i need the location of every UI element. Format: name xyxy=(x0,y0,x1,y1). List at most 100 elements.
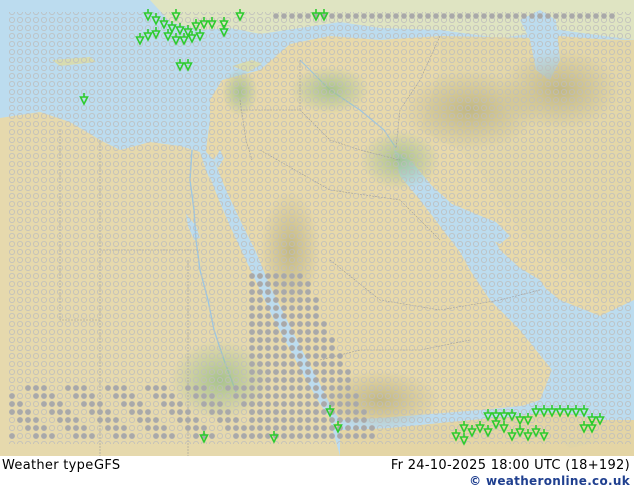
drizzle-dot xyxy=(289,321,295,327)
drizzle-dot xyxy=(185,417,191,423)
drizzle-dot xyxy=(585,13,591,19)
drizzle-dot xyxy=(297,409,303,415)
drizzle-dot xyxy=(281,329,287,335)
drizzle-dot xyxy=(33,385,39,391)
drizzle-dot xyxy=(297,393,303,399)
drizzle-dot xyxy=(193,425,199,431)
drizzle-dot xyxy=(289,377,295,383)
drizzle-dot xyxy=(297,425,303,431)
drizzle-dot xyxy=(353,409,359,415)
drizzle-dot xyxy=(17,417,23,423)
drizzle-dot xyxy=(73,433,79,439)
drizzle-dot xyxy=(161,433,167,439)
drizzle-dot xyxy=(257,369,263,375)
drizzle-dot xyxy=(305,329,311,335)
drizzle-dot xyxy=(265,305,271,311)
drizzle-dot xyxy=(89,393,95,399)
drizzle-dot xyxy=(113,385,119,391)
drizzle-dot xyxy=(273,345,279,351)
drizzle-dot xyxy=(353,425,359,431)
drizzle-dot xyxy=(305,433,311,439)
drizzle-dot xyxy=(473,13,479,19)
drizzle-dot xyxy=(289,13,295,19)
drizzle-dot xyxy=(305,425,311,431)
drizzle-dot xyxy=(273,313,279,319)
drizzle-dot xyxy=(329,417,335,423)
drizzle-dot xyxy=(553,13,559,19)
drizzle-dot xyxy=(257,297,263,303)
drizzle-dot xyxy=(257,353,263,359)
drizzle-dot xyxy=(273,417,279,423)
drizzle-dot xyxy=(305,345,311,351)
drizzle-dot xyxy=(289,281,295,287)
drizzle-dot xyxy=(297,273,303,279)
drizzle-dot xyxy=(281,345,287,351)
drizzle-dot xyxy=(121,393,127,399)
drizzle-dot xyxy=(345,393,351,399)
drizzle-dot xyxy=(281,297,287,303)
drizzle-dot xyxy=(297,289,303,295)
drizzle-dot xyxy=(257,409,263,415)
drizzle-dot xyxy=(289,385,295,391)
drizzle-dot xyxy=(281,273,287,279)
drizzle-dot xyxy=(233,433,239,439)
drizzle-dot xyxy=(449,13,455,19)
drizzle-dot xyxy=(169,393,175,399)
drizzle-dot xyxy=(281,13,287,19)
drizzle-dot xyxy=(257,345,263,351)
drizzle-dot xyxy=(185,425,191,431)
drizzle-dot xyxy=(129,393,135,399)
drizzle-dot xyxy=(425,13,431,19)
drizzle-dot xyxy=(305,369,311,375)
drizzle-dot xyxy=(281,361,287,367)
drizzle-dot xyxy=(321,377,327,383)
drizzle-dot xyxy=(441,13,447,19)
drizzle-dot xyxy=(265,337,271,343)
drizzle-dot xyxy=(273,353,279,359)
drizzle-dot xyxy=(361,13,367,19)
drizzle-dot xyxy=(345,401,351,407)
drizzle-dot xyxy=(65,409,71,415)
drizzle-dot xyxy=(329,353,335,359)
drizzle-dot xyxy=(161,401,167,407)
drizzle-dot xyxy=(369,13,375,19)
drizzle-dot xyxy=(257,361,263,367)
drizzle-dot xyxy=(249,409,255,415)
drizzle-dot xyxy=(321,433,327,439)
drizzle-dot xyxy=(305,297,311,303)
drizzle-dot xyxy=(289,345,295,351)
valid-time-label: Fr 24-10-2025 18:00 UTC (18+192) xyxy=(390,458,630,473)
drizzle-dot xyxy=(257,433,263,439)
credit-link[interactable]: © weatheronline.co.uk xyxy=(469,474,630,488)
drizzle-dot xyxy=(265,289,271,295)
drizzle-dot xyxy=(353,433,359,439)
drizzle-dot xyxy=(249,281,255,287)
drizzle-dot xyxy=(273,377,279,383)
drizzle-dot xyxy=(345,369,351,375)
drizzle-dot xyxy=(265,417,271,423)
drizzle-dot xyxy=(289,369,295,375)
drizzle-dot xyxy=(345,409,351,415)
drizzle-dot xyxy=(137,417,143,423)
drizzle-dot xyxy=(313,305,319,311)
drizzle-dot xyxy=(289,417,295,423)
drizzle-dot xyxy=(337,409,343,415)
drizzle-dot xyxy=(113,425,119,431)
drizzle-dot xyxy=(249,329,255,335)
drizzle-dot xyxy=(529,13,535,19)
drizzle-dot xyxy=(337,401,343,407)
drizzle-dot xyxy=(257,425,263,431)
drizzle-dot xyxy=(265,409,271,415)
drizzle-dot xyxy=(193,417,199,423)
drizzle-dot xyxy=(265,401,271,407)
drizzle-dot xyxy=(345,417,351,423)
drizzle-dot xyxy=(345,377,351,383)
drizzle-dot xyxy=(289,329,295,335)
drizzle-dot xyxy=(289,425,295,431)
drizzle-dot xyxy=(281,321,287,327)
drizzle-dot xyxy=(273,321,279,327)
drizzle-dot xyxy=(297,433,303,439)
drizzle-dot xyxy=(313,433,319,439)
drizzle-dot xyxy=(17,409,23,415)
drizzle-dot xyxy=(49,401,55,407)
